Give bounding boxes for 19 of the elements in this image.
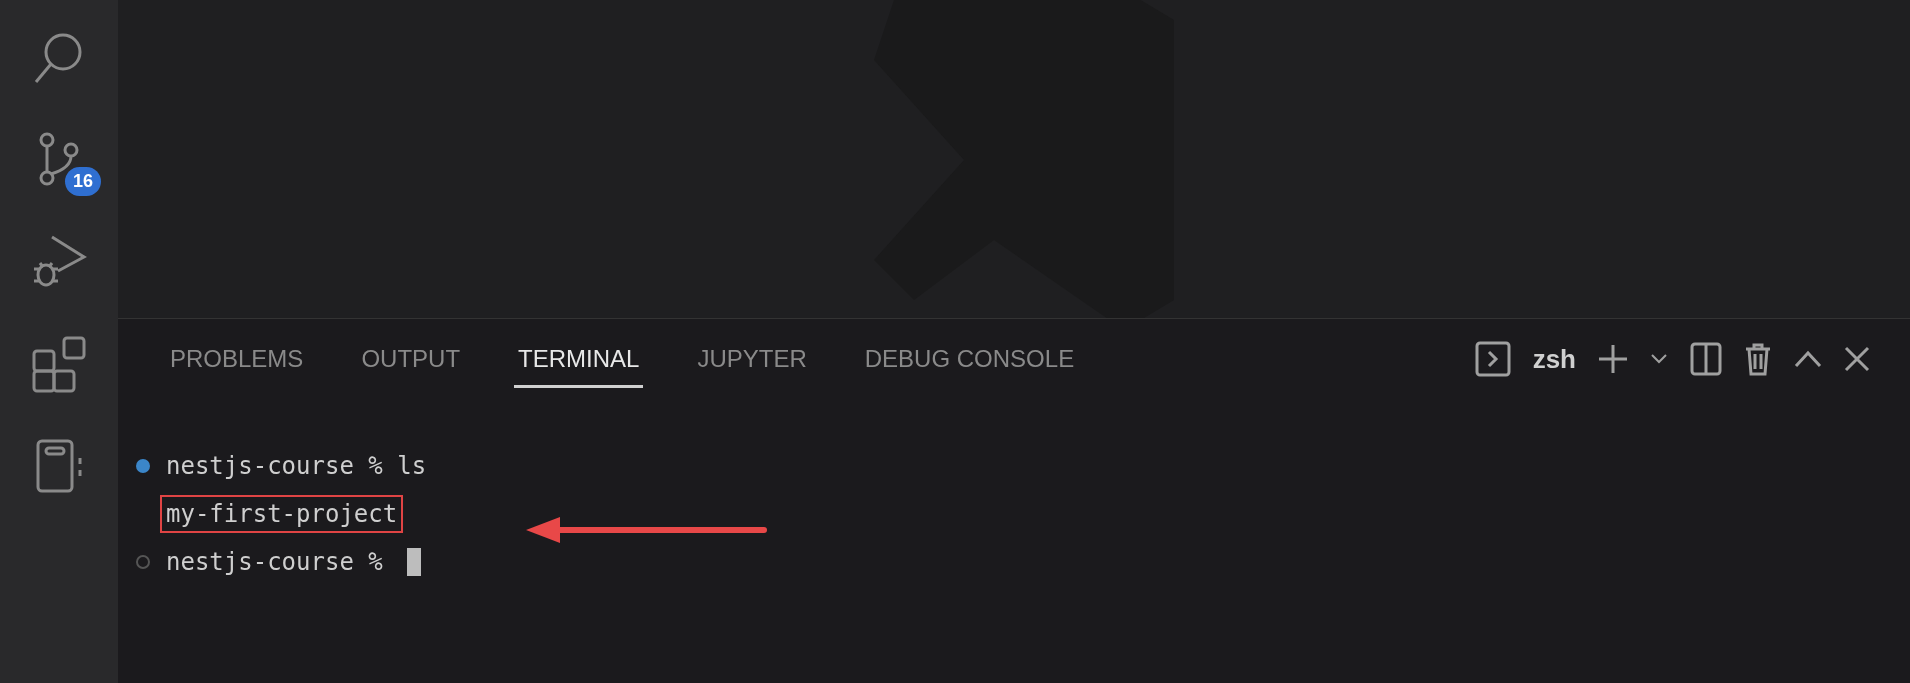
terminal-text: nestjs-course % ls: [165, 451, 428, 482]
terminal-text: my-first-project: [160, 495, 404, 533]
shell-name[interactable]: zsh: [1532, 343, 1576, 375]
panel-tab[interactable]: TERMINAL: [514, 330, 644, 388]
close-icon[interactable]: [1844, 346, 1870, 372]
count-badge: 16: [64, 167, 101, 196]
split-icon[interactable]: [1690, 342, 1722, 376]
panel-tab[interactable]: JUPYTER: [693, 330, 811, 388]
chevron-up-icon[interactable]: [1794, 350, 1822, 368]
panel-tab[interactable]: DEBUG CONSOLE: [860, 330, 1079, 388]
chevron-down-icon[interactable]: [1650, 353, 1668, 365]
panel-tab[interactable]: PROBLEMS: [166, 330, 308, 388]
terminal-icon[interactable]: [1474, 341, 1511, 377]
plus-icon[interactable]: [1598, 344, 1628, 374]
terminal-text: nestjs-course %: [165, 547, 384, 578]
extensions-icon[interactable]: [30, 335, 88, 393]
panel-tab[interactable]: OUTPUT: [357, 330, 465, 388]
notebook-icon[interactable]: [34, 438, 84, 494]
trash-icon[interactable]: [1744, 342, 1772, 376]
